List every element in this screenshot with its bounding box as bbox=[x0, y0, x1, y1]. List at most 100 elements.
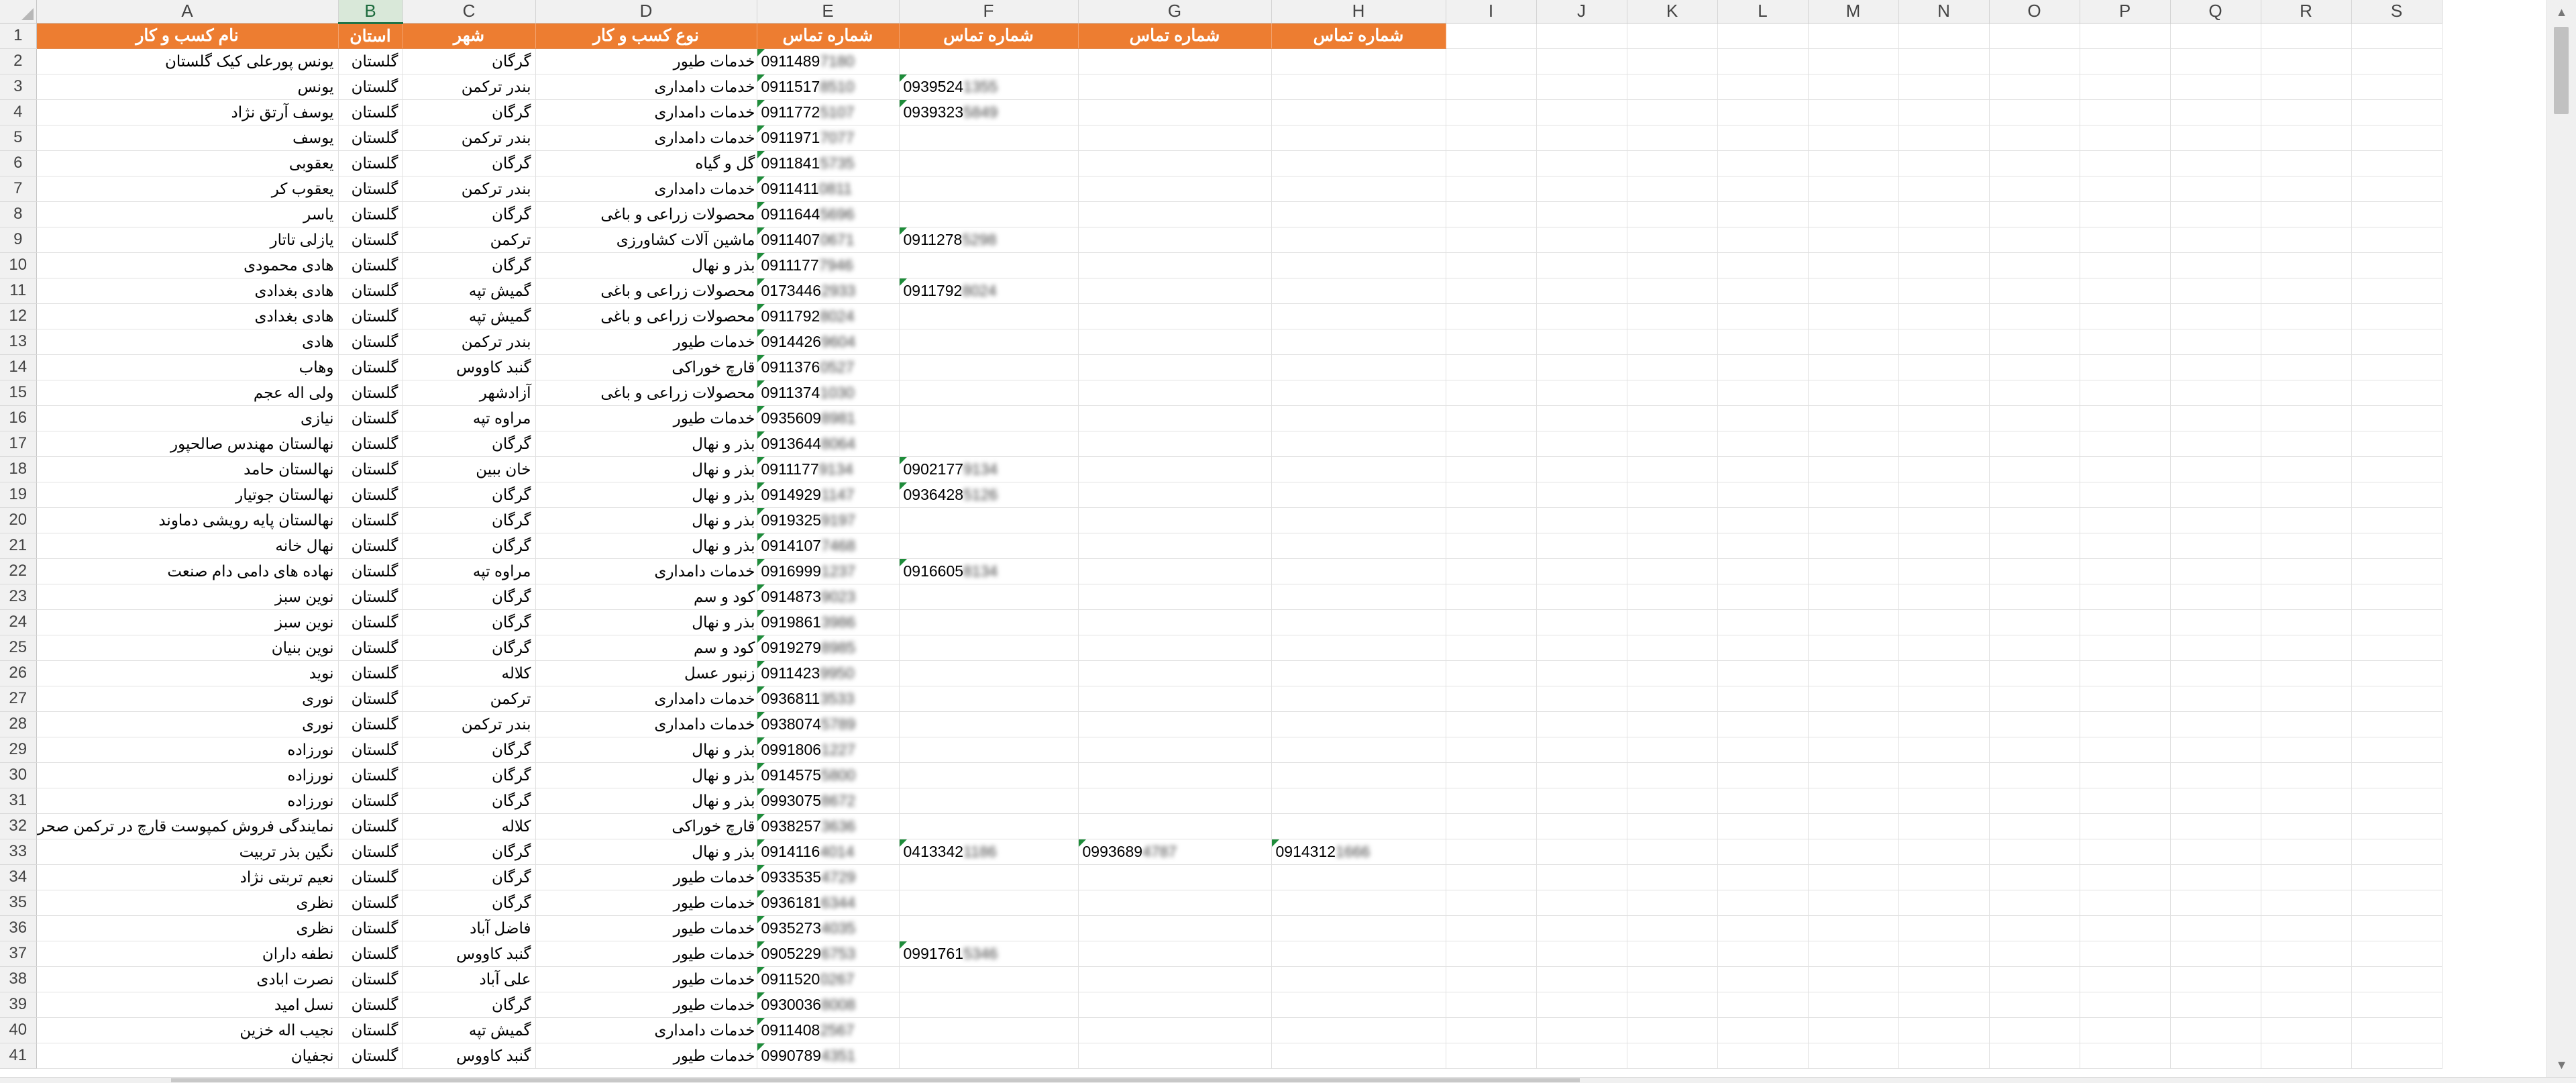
row-header[interactable]: 35 bbox=[0, 890, 37, 916]
empty-cell[interactable] bbox=[2261, 788, 2352, 814]
phone-3-cell[interactable] bbox=[1078, 788, 1272, 814]
row-header[interactable]: 33 bbox=[0, 839, 37, 865]
empty-cell[interactable] bbox=[1808, 405, 1899, 431]
business-name-cell[interactable]: نوین سبز bbox=[36, 609, 339, 635]
city-cell[interactable]: گمیش تپه bbox=[402, 278, 536, 304]
phone-cell[interactable]: 09198613986 bbox=[757, 609, 900, 635]
phone-cell[interactable]: 09368113533 bbox=[757, 686, 900, 712]
row-header[interactable]: 29 bbox=[0, 737, 37, 763]
empty-cell[interactable] bbox=[2261, 431, 2352, 457]
phone-cell[interactable]: 09115178510 bbox=[757, 74, 900, 100]
phone-cell[interactable]: 09114897180 bbox=[757, 48, 900, 74]
empty-cell[interactable] bbox=[2261, 482, 2352, 508]
empty-cell[interactable] bbox=[1446, 456, 1537, 482]
empty-cell[interactable] bbox=[2261, 762, 2352, 788]
phone-4-cell[interactable] bbox=[1271, 992, 1446, 1018]
empty-cell[interactable] bbox=[2170, 354, 2261, 380]
empty-cell[interactable] bbox=[1627, 839, 1718, 865]
column-header-n[interactable]: N bbox=[1898, 0, 1990, 23]
empty-cell[interactable] bbox=[1989, 839, 2080, 865]
phone-2-cell[interactable]: 09112785298 bbox=[899, 227, 1079, 253]
empty-cell[interactable] bbox=[2080, 176, 2171, 202]
business-name-cell[interactable]: یوسف آرتق نژاد bbox=[36, 99, 339, 125]
province-cell[interactable]: گلستان bbox=[338, 635, 403, 661]
empty-cell[interactable] bbox=[1989, 915, 2080, 941]
phone-4-cell[interactable] bbox=[1271, 788, 1446, 814]
empty-cell[interactable] bbox=[2351, 354, 2443, 380]
empty-cell[interactable] bbox=[1446, 252, 1537, 278]
empty-cell[interactable] bbox=[1717, 227, 1809, 253]
empty-cell[interactable] bbox=[1717, 864, 1809, 890]
business-name-cell[interactable]: هادی بغدادی bbox=[36, 278, 339, 304]
empty-cell[interactable] bbox=[1989, 813, 2080, 839]
empty-cell[interactable] bbox=[2261, 456, 2352, 482]
empty-cell[interactable] bbox=[2170, 839, 2261, 865]
phone-2-cell[interactable] bbox=[899, 864, 1079, 890]
empty-cell[interactable] bbox=[2261, 303, 2352, 329]
row-header[interactable]: 40 bbox=[0, 1017, 37, 1043]
phone-2-cell[interactable] bbox=[899, 686, 1079, 712]
city-cell[interactable]: گرگان bbox=[402, 635, 536, 661]
empty-cell[interactable] bbox=[1898, 966, 1990, 992]
empty-cell[interactable] bbox=[1627, 609, 1718, 635]
empty-cell[interactable] bbox=[1898, 303, 1990, 329]
phone-3-cell[interactable] bbox=[1078, 966, 1272, 992]
empty-cell[interactable] bbox=[2170, 584, 2261, 610]
phone-cell[interactable]: 09380745789 bbox=[757, 711, 900, 737]
phone-cell[interactable]: 09114070671 bbox=[757, 227, 900, 253]
phone-2-cell[interactable] bbox=[899, 252, 1079, 278]
empty-cell[interactable] bbox=[1536, 839, 1627, 865]
empty-cell[interactable] bbox=[2170, 74, 2261, 100]
city-cell[interactable]: بندر ترکمن bbox=[402, 329, 536, 355]
phone-4-cell[interactable] bbox=[1271, 558, 1446, 584]
province-cell[interactable]: گلستان bbox=[338, 201, 403, 227]
empty-cell[interactable] bbox=[1989, 329, 2080, 355]
city-cell[interactable]: گرگان bbox=[402, 864, 536, 890]
province-cell[interactable]: گلستان bbox=[338, 329, 403, 355]
phone-4-cell[interactable] bbox=[1271, 252, 1446, 278]
empty-cell[interactable] bbox=[2261, 150, 2352, 176]
empty-cell[interactable] bbox=[1717, 23, 1809, 49]
empty-cell[interactable] bbox=[2170, 227, 2261, 253]
province-cell[interactable]: گلستان bbox=[338, 99, 403, 125]
province-cell[interactable]: گلستان bbox=[338, 150, 403, 176]
phone-4-cell[interactable] bbox=[1271, 660, 1446, 686]
empty-cell[interactable] bbox=[1989, 176, 2080, 202]
empty-cell[interactable] bbox=[2351, 99, 2443, 125]
business-name-cell[interactable]: نهالستان حامد bbox=[36, 456, 339, 482]
empty-cell[interactable] bbox=[1627, 201, 1718, 227]
column-header-p[interactable]: P bbox=[2080, 0, 2171, 23]
business-name-cell[interactable]: یونس پورعلی کیک گلستان bbox=[36, 48, 339, 74]
empty-cell[interactable] bbox=[1536, 711, 1627, 737]
empty-cell[interactable] bbox=[2170, 1043, 2261, 1069]
empty-cell[interactable] bbox=[1536, 890, 1627, 916]
empty-cell[interactable] bbox=[1898, 431, 1990, 457]
empty-cell[interactable] bbox=[1989, 201, 2080, 227]
scroll-down-icon[interactable]: ▼ bbox=[2547, 1053, 2576, 1077]
empty-cell[interactable] bbox=[1717, 686, 1809, 712]
empty-cell[interactable] bbox=[2080, 227, 2171, 253]
empty-cell[interactable] bbox=[2261, 839, 2352, 865]
phone-cell[interactable]: 09119717077 bbox=[757, 125, 900, 151]
empty-cell[interactable] bbox=[1536, 456, 1627, 482]
empty-cell[interactable] bbox=[1989, 686, 2080, 712]
empty-cell[interactable] bbox=[2351, 966, 2443, 992]
business-name-cell[interactable]: یوسف bbox=[36, 125, 339, 151]
business-type-cell[interactable]: خدمات دامداری bbox=[535, 74, 757, 100]
empty-cell[interactable] bbox=[1717, 354, 1809, 380]
empty-cell[interactable] bbox=[1808, 201, 1899, 227]
column-header-f[interactable]: F bbox=[899, 0, 1079, 23]
empty-cell[interactable] bbox=[1446, 890, 1537, 916]
province-cell[interactable]: گلستان bbox=[338, 584, 403, 610]
row-header[interactable]: 24 bbox=[0, 609, 37, 635]
empty-cell[interactable] bbox=[1717, 507, 1809, 533]
header-cell[interactable]: شهر bbox=[402, 23, 536, 49]
empty-cell[interactable] bbox=[2170, 609, 2261, 635]
business-name-cell[interactable]: نسل امید bbox=[36, 992, 339, 1018]
phone-3-cell[interactable] bbox=[1078, 380, 1272, 406]
empty-cell[interactable] bbox=[1446, 533, 1537, 559]
vertical-scroll-thumb[interactable] bbox=[2554, 27, 2569, 114]
empty-cell[interactable] bbox=[2351, 227, 2443, 253]
phone-4-cell[interactable] bbox=[1271, 354, 1446, 380]
column-header-q[interactable]: Q bbox=[2170, 0, 2261, 23]
